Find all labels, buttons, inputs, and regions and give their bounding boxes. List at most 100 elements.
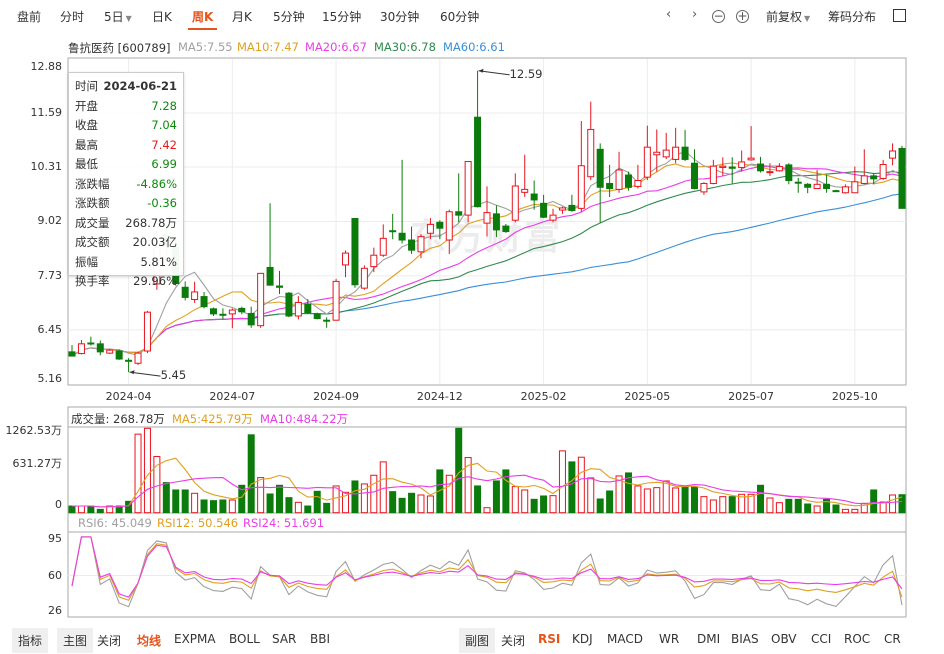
candle[interactable] [351, 218, 359, 288]
candle[interactable] [870, 172, 878, 185]
candle[interactable] [304, 299, 312, 314]
candle[interactable] [87, 336, 95, 346]
candle[interactable] [247, 306, 255, 328]
candle[interactable] [464, 161, 472, 223]
candle[interactable] [455, 173, 463, 223]
candle[interactable] [408, 226, 416, 254]
sub-indicator-button[interactable]: DMI [697, 632, 720, 646]
candle[interactable] [342, 250, 350, 278]
candle[interactable] [474, 70, 482, 208]
candle[interactable] [851, 166, 859, 194]
sub-indicator-button[interactable]: KDJ [572, 632, 593, 646]
candle[interactable] [360, 265, 368, 290]
candle[interactable] [804, 183, 812, 194]
candle[interactable] [276, 270, 283, 295]
sub-indicator-button[interactable]: 副图 [459, 628, 496, 653]
candle[interactable] [417, 234, 425, 259]
sub-indicator-button[interactable]: OBV [771, 632, 797, 646]
candle[interactable] [483, 186, 491, 237]
sub-indicator-button[interactable]: BIAS [731, 632, 759, 646]
volume-axis-label: 631.27万 [12, 457, 63, 470]
sub-indicator-button[interactable]: RSI [538, 632, 560, 646]
candle[interactable] [181, 281, 189, 301]
candle[interactable] [511, 173, 519, 223]
candle[interactable] [238, 306, 246, 315]
candle[interactable] [285, 291, 293, 318]
candle[interactable] [794, 177, 802, 193]
candle[interactable] [577, 121, 585, 212]
candle[interactable] [502, 223, 510, 233]
main-indicator-button[interactable]: 主图 [57, 628, 94, 653]
candle[interactable] [389, 213, 397, 240]
candle[interactable] [568, 194, 576, 212]
candle[interactable] [889, 143, 897, 166]
sub-indicator-button[interactable]: MACD [607, 632, 643, 646]
candle[interactable] [492, 205, 500, 238]
sub-indicator-button[interactable]: CR [884, 632, 901, 646]
candle[interactable] [747, 126, 755, 161]
candle[interactable] [370, 247, 378, 273]
main-indicator-button[interactable]: 指标 [12, 628, 49, 653]
candle[interactable] [445, 209, 453, 254]
candle[interactable] [125, 358, 133, 373]
candle[interactable] [653, 129, 661, 172]
candle[interactable] [379, 224, 387, 257]
price-axis-label: 9.02 [37, 214, 63, 228]
candle[interactable] [257, 272, 265, 328]
tooltip-key: 振幅 [75, 254, 98, 269]
candle[interactable] [832, 189, 840, 193]
candle[interactable] [558, 206, 566, 214]
candle[interactable] [115, 349, 123, 360]
main-indicator-button[interactable]: BOLL [229, 632, 260, 646]
candle[interactable] [134, 351, 142, 365]
candle[interactable] [294, 296, 302, 320]
main-indicator-button[interactable]: SAR [272, 632, 296, 646]
main-indicator-button[interactable]: EXPMA [174, 632, 216, 646]
sub-indicator-button[interactable]: ROC [844, 632, 870, 646]
candle[interactable] [332, 278, 340, 321]
candle[interactable] [643, 125, 651, 181]
sub-indicator-button[interactable]: 关闭 [501, 632, 525, 649]
candle[interactable] [143, 310, 151, 354]
candle[interactable] [540, 194, 548, 219]
candle-body [587, 128, 595, 178]
candle[interactable] [96, 340, 104, 356]
candle[interactable] [596, 143, 604, 223]
candle[interactable] [549, 208, 557, 223]
candle[interactable] [672, 127, 680, 164]
candle[interactable] [191, 281, 199, 303]
candle[interactable] [681, 129, 689, 162]
candle[interactable] [775, 163, 783, 172]
sub-indicator-button[interactable]: WR [659, 632, 679, 646]
main-indicator-button[interactable]: BBI [310, 632, 330, 646]
volume-bar [804, 503, 812, 514]
candle[interactable] [691, 149, 698, 190]
candle[interactable] [662, 132, 670, 159]
candle[interactable] [700, 182, 708, 195]
candle[interactable] [709, 159, 717, 185]
candle[interactable] [68, 345, 76, 357]
candle[interactable] [898, 145, 906, 209]
candle[interactable] [313, 312, 321, 320]
candle[interactable] [209, 307, 217, 316]
main-indicator-button[interactable]: 均线 [137, 632, 161, 649]
candle[interactable] [728, 157, 736, 184]
candle[interactable] [785, 163, 793, 185]
candle[interactable] [606, 164, 614, 197]
candle[interactable] [757, 156, 765, 173]
candle[interactable] [634, 164, 642, 189]
sub-indicator-button[interactable]: CCI [811, 632, 831, 646]
candle[interactable] [398, 159, 406, 244]
candle[interactable] [200, 291, 208, 309]
main-indicator-button[interactable]: 关闭 [97, 632, 121, 649]
candle[interactable] [841, 184, 849, 194]
candle[interactable] [823, 175, 831, 193]
volume-bar [889, 494, 897, 514]
candle[interactable] [615, 151, 623, 193]
candle[interactable] [879, 159, 887, 181]
candle[interactable] [77, 340, 85, 355]
candle[interactable] [323, 317, 331, 328]
candle[interactable] [266, 203, 274, 286]
candle[interactable] [219, 308, 227, 320]
candle[interactable] [521, 154, 529, 197]
